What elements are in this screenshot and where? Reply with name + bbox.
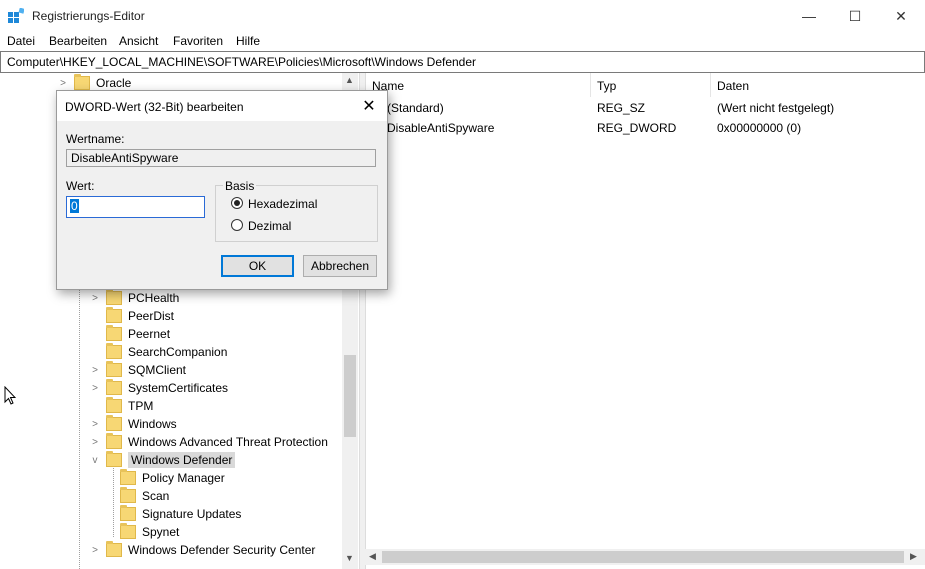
tree-item-windows-defender[interactable]: v Windows Defender (90, 451, 236, 469)
tree-item-tpm[interactable]: TPM (90, 397, 153, 415)
chevron-right-icon[interactable]: > (90, 437, 100, 448)
column-header-data[interactable]: Daten (717, 79, 749, 93)
folder-icon (120, 487, 136, 503)
minimize-button[interactable]: — (786, 0, 832, 32)
window-title: Registrierungs-Editor (32, 9, 145, 23)
value-data: (Wert nicht festgelegt) (717, 101, 835, 115)
menu-bearbeiten[interactable]: Bearbeiten (49, 34, 107, 48)
folder-icon (120, 505, 136, 521)
radio-decimal[interactable] (231, 219, 243, 231)
folder-icon (106, 361, 122, 377)
menu-datei[interactable]: Datei (7, 34, 35, 48)
menu-hilfe[interactable]: Hilfe (236, 34, 260, 48)
tree-scroll-thumb[interactable] (344, 355, 356, 437)
tree-item-peernet[interactable]: Peernet (90, 325, 170, 343)
folder-icon (106, 343, 122, 359)
tree-guide-line-child (113, 465, 114, 537)
basis-label: Basis (223, 179, 257, 193)
folder-icon (120, 523, 136, 539)
dialog-close-icon[interactable]: ✕ (357, 95, 381, 117)
address-path: Computer\HKEY_LOCAL_MACHINE\SOFTWARE\Pol… (7, 55, 477, 69)
tree-item-systemcertificates[interactable]: > SystemCertificates (90, 379, 228, 397)
chevron-right-icon[interactable]: > (90, 383, 100, 394)
column-separator[interactable] (590, 73, 591, 97)
scroll-left-icon[interactable]: ◀ (369, 551, 376, 562)
tree-item-sqmclient[interactable]: > SQMClient (90, 361, 186, 379)
chevron-right-icon[interactable]: > (90, 293, 100, 304)
folder-icon (106, 397, 122, 413)
folder-open-icon (106, 451, 122, 467)
chevron-right-icon[interactable]: > (90, 419, 100, 430)
value-data: 0x00000000 (0) (717, 121, 802, 135)
folder-icon (106, 289, 122, 305)
basis-groupbox (215, 185, 378, 242)
folder-icon (106, 415, 122, 431)
value-name-field: DisableAntiSpyware (66, 149, 376, 167)
folder-icon (106, 379, 122, 395)
column-header-type[interactable]: Typ (597, 79, 616, 93)
chevron-right-icon[interactable]: > (90, 365, 100, 376)
mouse-cursor-icon (4, 386, 16, 405)
radio-decimal-label[interactable]: Dezimal (248, 219, 291, 233)
value-name: DisableAntiSpyware (387, 121, 495, 135)
radio-hexadecimal[interactable] (231, 197, 243, 209)
cancel-button[interactable]: Abbrechen (303, 255, 377, 277)
tree-item-scan[interactable]: Scan (120, 487, 169, 505)
folder-icon (106, 433, 122, 449)
radio-hexadecimal-label[interactable]: Hexadezimal (248, 197, 317, 211)
tree-item-windows[interactable]: > Windows (90, 415, 177, 433)
scroll-up-icon[interactable]: ▲ (345, 75, 354, 85)
selected-label: Windows Defender (128, 452, 236, 468)
dialog-title: DWORD-Wert (32-Bit) bearbeiten (65, 100, 244, 114)
value-type: REG_DWORD (597, 121, 677, 135)
tree-item-policy-manager[interactable]: Policy Manager (120, 469, 225, 487)
tree-item-searchcompanion[interactable]: SearchCompanion (90, 343, 227, 361)
chevron-down-icon[interactable]: v (90, 455, 100, 466)
menu-ansicht[interactable]: Ansicht (119, 34, 158, 48)
close-button[interactable]: ✕ (878, 0, 924, 32)
regedit-app-icon (8, 8, 24, 23)
column-separator[interactable] (710, 73, 711, 97)
maximize-button[interactable]: ☐ (832, 0, 878, 32)
tree-item-windows-atp[interactable]: > Windows Advanced Threat Protection (90, 433, 328, 451)
table-row[interactable]: DisableAntiSpyware REG_DWORD 0x00000000 … (365, 119, 925, 137)
chevron-right-icon[interactable]: > (58, 78, 68, 89)
tree-item-pchealth[interactable]: > PCHealth (90, 289, 179, 307)
folder-icon (120, 469, 136, 485)
ok-button[interactable]: OK (221, 255, 294, 277)
menu-bar: Datei Bearbeiten Ansicht Favoriten Hilfe (0, 32, 925, 51)
list-scroll-thumb[interactable] (382, 551, 904, 563)
value-label: Wert: (66, 179, 95, 193)
tree-item-signature-updates[interactable]: Signature Updates (120, 505, 241, 523)
chevron-right-icon[interactable]: > (90, 545, 100, 556)
menu-favoriten[interactable]: Favoriten (173, 34, 223, 48)
tree-item-spynet[interactable]: Spynet (120, 523, 179, 541)
value-data-text: 0 (70, 199, 79, 213)
title-bar: Registrierungs-Editor — ☐ ✕ (0, 0, 925, 32)
value-name-label: Wertname: (66, 132, 125, 146)
folder-icon (106, 307, 122, 323)
edit-dword-dialog: DWORD-Wert (32-Bit) bearbeiten ✕ Wertnam… (56, 90, 388, 290)
value-data-input[interactable]: 0 (66, 196, 205, 218)
scroll-right-icon[interactable]: ▶ (910, 551, 917, 562)
address-bar[interactable]: Computer\HKEY_LOCAL_MACHINE\SOFTWARE\Pol… (0, 51, 925, 73)
folder-icon (106, 541, 122, 557)
tree-item-peerdist[interactable]: PeerDist (90, 307, 174, 325)
folder-icon (106, 325, 122, 341)
dialog-title-bar: DWORD-Wert (32-Bit) bearbeiten ✕ (57, 91, 387, 121)
values-list[interactable]: Name Typ Daten (Standard) REG_SZ (Wert n… (365, 73, 925, 569)
folder-icon (74, 74, 90, 90)
scroll-down-icon[interactable]: ▼ (345, 553, 354, 563)
value-name: (Standard) (387, 101, 444, 115)
table-row[interactable]: (Standard) REG_SZ (Wert nicht festgelegt… (365, 99, 925, 117)
tree-item-defender-security-center[interactable]: > Windows Defender Security Center (90, 541, 315, 559)
value-type: REG_SZ (597, 101, 646, 115)
